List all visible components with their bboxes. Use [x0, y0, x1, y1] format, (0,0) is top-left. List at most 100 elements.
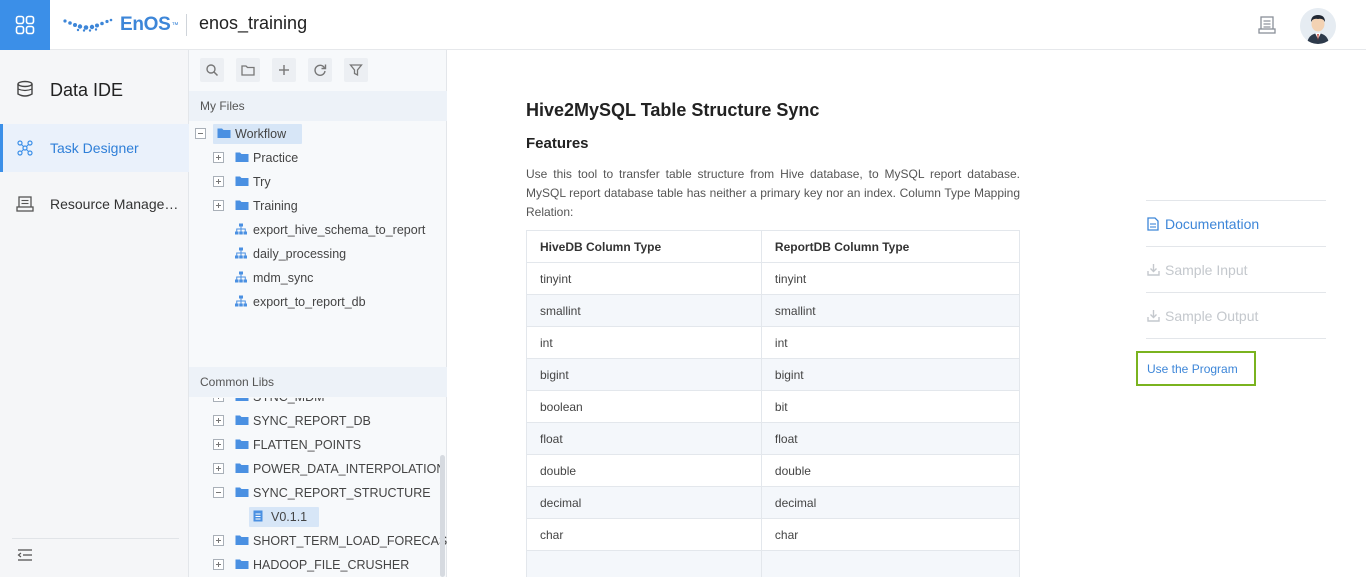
data-ide-icon	[16, 80, 34, 103]
use-program-label: Use the Program	[1147, 362, 1238, 376]
use-program-button[interactable]: Use the Program	[1136, 351, 1256, 386]
new-folder-icon[interactable]	[236, 58, 260, 82]
tree-item-label: Workflow	[235, 127, 287, 141]
folder-icon	[235, 534, 249, 549]
tree-item[interactable]: V0.1.1	[189, 505, 447, 529]
workflow-icon	[235, 271, 247, 286]
tree-item[interactable]: SYNC_REPORT_DB	[189, 409, 447, 433]
tree-item-label: SYNC_REPORT_DB	[253, 414, 371, 428]
download-icon	[1147, 263, 1160, 281]
tree-item[interactable]: daily_processing	[189, 242, 447, 266]
table-row: int int	[526, 326, 1021, 359]
table-row: bigint bigint	[526, 358, 1021, 391]
sample-input-link[interactable]: Sample Input	[1146, 246, 1326, 292]
nav-item-task-designer[interactable]: Task Designer	[0, 124, 189, 172]
nav-item-label: Task Designer	[50, 140, 139, 156]
documentation-link[interactable]: Documentation	[1146, 200, 1326, 246]
hive-type-cell: decimal	[526, 486, 762, 519]
header-divider	[186, 14, 187, 36]
hive-type-cell: float	[526, 422, 762, 455]
my-files-header: My Files	[189, 91, 447, 121]
expand-icon[interactable]	[213, 559, 224, 570]
resource-icon	[16, 195, 34, 218]
hive-type-cell: double	[526, 454, 762, 487]
folder-icon	[235, 199, 249, 214]
collapse-menu-icon[interactable]	[16, 548, 34, 567]
hive-type-cell: smallint	[526, 294, 762, 327]
sample-output-link[interactable]: Sample Output	[1146, 292, 1326, 338]
table-row: char char	[526, 518, 1021, 551]
file-toolbar	[189, 50, 447, 90]
tree-item[interactable]: mdm_sync	[189, 266, 447, 290]
expand-icon[interactable]	[213, 152, 224, 163]
common-libs-scrollbar[interactable]	[440, 455, 445, 577]
search-icon[interactable]	[200, 58, 224, 82]
folder-icon	[235, 438, 249, 453]
project-name[interactable]: enos_training	[199, 13, 307, 34]
tree-item[interactable]: Try	[189, 170, 447, 194]
hive-type-cell: int	[526, 326, 762, 359]
tree-item[interactable]: SHORT_TERM_LOAD_FORECAST	[189, 529, 447, 553]
common-libs-header: Common Libs	[189, 367, 447, 397]
collapse-icon[interactable]	[195, 128, 206, 139]
tree-item[interactable]: Training	[189, 194, 447, 218]
tree-item-label: V0.1.1	[271, 510, 308, 524]
document-icon[interactable]	[1257, 15, 1277, 35]
expand-icon[interactable]	[213, 200, 224, 211]
sample-output-label: Sample Output	[1165, 308, 1259, 324]
table-header: ReportDB Column Type	[760, 230, 1021, 263]
table-header: HiveDB Column Type	[526, 230, 762, 263]
tree-item[interactable]: FLATTEN_POINTS	[189, 433, 447, 457]
hive-type-cell: tinyint	[526, 262, 762, 295]
file-icon	[253, 510, 263, 525]
features-heading: Features	[526, 135, 589, 152]
expand-icon[interactable]	[213, 398, 224, 402]
top-bar: EnOS ™ enos_training	[0, 0, 1366, 50]
common-libs-tree: SYNC_MDM SYNC_REPORT_DB FLATTEN_POINTS POWE…	[189, 398, 447, 577]
type-mapping-table: HiveDB Column Type ReportDB Column Type …	[526, 230, 1021, 577]
logo-text: EnOS	[120, 14, 171, 35]
tree-item[interactable]: POWER_DATA_INTERPOLATION	[189, 457, 447, 481]
filter-icon[interactable]	[344, 58, 368, 82]
expand-icon[interactable]	[213, 176, 224, 187]
report-type-cell: bit	[760, 390, 1021, 423]
report-type-cell: bigint	[760, 358, 1021, 391]
document-icon	[1147, 217, 1159, 236]
table-row	[526, 550, 1021, 577]
expand-icon[interactable]	[213, 439, 224, 450]
collapse-icon[interactable]	[213, 487, 224, 498]
workflow-icon	[235, 223, 247, 238]
expand-icon[interactable]	[213, 463, 224, 474]
table-row: tinyint tinyint	[526, 262, 1021, 295]
tree-item[interactable]: export_to_report_db	[189, 290, 447, 314]
description-text: Use this tool to transfer table structur…	[526, 167, 1020, 219]
refresh-icon[interactable]	[308, 58, 332, 82]
tree-item-label: HADOOP_FILE_CRUSHER	[253, 558, 410, 572]
tree-item[interactable]: Practice	[189, 146, 447, 170]
expand-icon[interactable]	[213, 415, 224, 426]
add-icon[interactable]	[272, 58, 296, 82]
report-type-cell	[760, 550, 1021, 577]
sample-input-label: Sample Input	[1165, 262, 1248, 278]
tree-item[interactable]: HADOOP_FILE_CRUSHER	[189, 553, 447, 577]
hive-type-cell	[526, 550, 762, 577]
tree-item[interactable]: Workflow	[189, 122, 447, 146]
tree-item[interactable]: SYNC_MDM	[189, 398, 447, 409]
nav-item-resource-management[interactable]: Resource Management	[0, 180, 189, 228]
expand-icon[interactable]	[213, 535, 224, 546]
nav-title: Data IDE	[0, 68, 189, 112]
side-links-divider	[1146, 338, 1326, 339]
workflow-icon	[235, 247, 247, 262]
table-row: boolean bit	[526, 390, 1021, 423]
workflow-icon	[235, 295, 247, 310]
folder-icon	[235, 151, 249, 166]
tree-item[interactable]: SYNC_REPORT_STRUCTURE	[189, 481, 447, 505]
app-grid-icon[interactable]	[0, 0, 50, 50]
table-row: smallint smallint	[526, 294, 1021, 327]
task-designer-icon	[16, 139, 34, 162]
tree-item-label: FLATTEN_POINTS	[253, 438, 362, 452]
tree-item[interactable]: export_hive_schema_to_report	[189, 218, 447, 242]
tree-item-label: POWER_DATA_INTERPOLATION	[253, 462, 446, 476]
logo-wave-icon	[63, 18, 113, 32]
user-avatar[interactable]	[1300, 8, 1336, 44]
